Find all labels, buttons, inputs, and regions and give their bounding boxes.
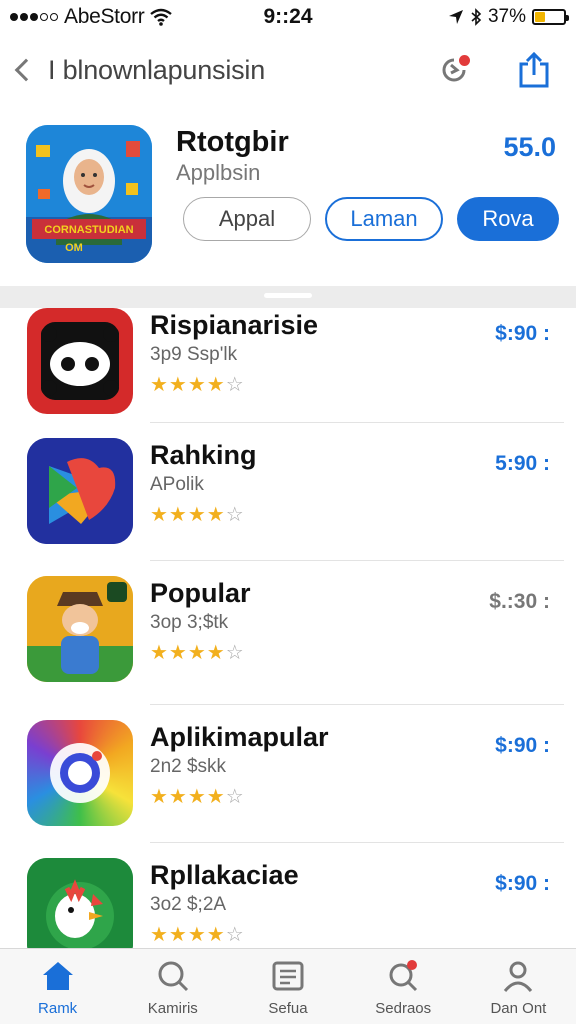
list-item[interactable]: Popular 3op 3;$tk ★★★★☆ $.:30 : (0, 576, 576, 716)
tab-ramk[interactable]: Ramk (0, 949, 115, 1024)
appal-button[interactable]: Appal (183, 197, 311, 241)
tab-sefua[interactable]: Sefua (230, 949, 345, 1024)
app-subtitle: 3p9 Ssp'lk (150, 344, 238, 365)
laman-button[interactable]: Laman (325, 197, 443, 241)
status-left: AbeStorr (10, 5, 210, 29)
back-button[interactable]: I blnownlapunsisin (12, 55, 265, 86)
tab-dan-ont[interactable]: Dan Ont (461, 949, 576, 1024)
rova-button[interactable]: Rova (457, 197, 559, 241)
person-icon (498, 956, 538, 996)
search-chat-icon (153, 956, 193, 996)
app-name: Popular (150, 578, 251, 608)
status-bar: AbeStorr 9::24 37% (0, 0, 576, 34)
price-button[interactable]: $:90 : (495, 734, 550, 758)
featured-app-name: Rtotgbir (176, 126, 289, 158)
star-rating: ★★★★☆ (150, 504, 245, 526)
news-icon (268, 956, 308, 996)
app-name: Aplikimapular (150, 722, 329, 752)
svg-text:OM: OM (65, 242, 83, 254)
signal-strength-icon (10, 13, 58, 21)
camera-lens-icon (27, 720, 133, 826)
share-button[interactable] (514, 50, 554, 90)
carrier-label: AbeStorr (64, 5, 145, 28)
battery-icon (532, 9, 569, 25)
star-rating: ★★★★☆ (150, 642, 245, 664)
refresh-button[interactable] (434, 50, 474, 90)
svg-text:CORNASTUDIAN: CORNASTUDIAN (44, 224, 133, 236)
play-heart-icon (27, 438, 133, 544)
star-rating: ★★★★☆ (150, 786, 245, 808)
app-name: Rahking (150, 440, 257, 470)
drag-handle[interactable] (264, 293, 312, 298)
featured-app-icon[interactable]: CORNASTUDIAN OM (26, 125, 152, 263)
cartoon-character-icon (27, 576, 133, 682)
price-button[interactable]: $:90 : (495, 322, 550, 346)
row-divider (150, 704, 564, 705)
panda-face-icon (27, 308, 133, 414)
bluetooth-icon (471, 8, 482, 26)
row-divider (150, 560, 564, 561)
row-divider (150, 422, 564, 423)
tab-sedraos[interactable]: Sedraos (346, 949, 461, 1024)
star-rating: ★★★★☆ (150, 374, 245, 396)
hijab-girl-illustration: CORNASTUDIAN OM (26, 125, 152, 263)
star-rating: ★★★★☆ (150, 924, 245, 946)
home-icon (38, 956, 78, 996)
battery-percent: 37% (487, 6, 526, 27)
tab-label: Sefua (268, 1000, 308, 1017)
list-item[interactable]: Rpllakaciae 3o2 $;2A ★★★★☆ $:90 : (0, 858, 576, 948)
featured-app-price[interactable]: 55.0 (503, 132, 556, 163)
app-subtitle: 2n2 $skk (150, 756, 227, 777)
search-icon (383, 956, 423, 996)
nav-actions (434, 50, 554, 90)
app-list: Rispianarisie 3p9 Ssp'lk ★★★★☆ $:90 : Ra… (0, 308, 576, 948)
price-button[interactable]: $.:30 : (489, 590, 550, 614)
app-subtitle: 3op 3;$tk (150, 612, 229, 633)
nav-bar: I blnownlapunsisin (0, 42, 576, 98)
tab-label: Sedraos (375, 1000, 432, 1017)
list-item[interactable]: Rahking APolik ★★★★☆ 5:90 : (0, 438, 576, 578)
tab-label: Dan Ont (490, 1000, 547, 1017)
battery-fill (535, 12, 546, 22)
featured-app-subtitle: Applbsin (176, 160, 261, 185)
location-arrow-icon (448, 10, 463, 24)
tab-bar: Ramk Kamiris Sefua Sedraos Dan Ont (0, 948, 576, 1024)
app-name: Rpllakaciae (150, 860, 299, 890)
status-right: 37% (448, 6, 569, 28)
chevron-left-icon (14, 58, 38, 82)
share-icon (519, 51, 549, 88)
page-title: I blnownlapunsisin (48, 54, 266, 85)
tab-kamiris[interactable]: Kamiris (115, 949, 230, 1024)
app-subtitle: 3o2 $;2A (150, 894, 227, 915)
featured-app: CORNASTUDIAN OM Rtotgbir Applbsin 55.0 A… (0, 122, 576, 282)
notification-badge (459, 55, 470, 66)
row-divider (150, 842, 564, 843)
list-item[interactable]: Aplikimapular 2n2 $skk ★★★★☆ $:90 : (0, 720, 576, 860)
price-button[interactable]: 5:90 : (495, 452, 550, 476)
app-name: Rispianarisie (150, 310, 319, 340)
tab-label: Ramk (38, 1000, 78, 1017)
wifi-icon (150, 8, 173, 26)
chicken-icon (27, 858, 133, 948)
list-item[interactable]: Rispianarisie 3p9 Ssp'lk ★★★★☆ $:90 : (0, 308, 576, 448)
price-button[interactable]: $:90 : (495, 872, 550, 896)
tab-label: Kamiris (147, 1000, 198, 1017)
app-subtitle: APolik (150, 474, 204, 495)
section-divider (0, 286, 576, 308)
